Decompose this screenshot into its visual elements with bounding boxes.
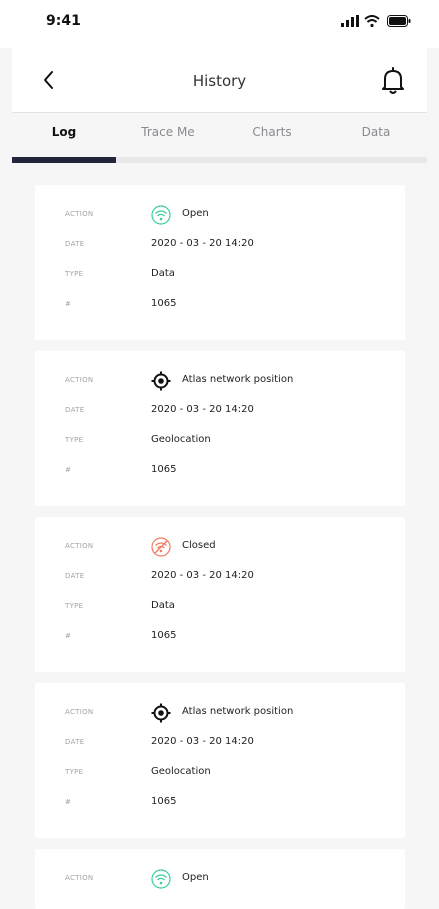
action-row: ACTION Atlas network position [35,371,405,391]
number-value: 1065 [151,630,177,641]
date-label: DATE [65,240,85,248]
type-label: TYPE [65,768,84,776]
number-row: # 1065 [35,463,405,481]
number-label: # [65,798,72,806]
wifi-open-icon [151,869,171,889]
type-value: Geolocation [151,434,211,445]
wifi-closed-icon [151,537,171,557]
action-value: Open [182,872,209,883]
status-bar: 9:41 [0,0,439,48]
page-title: History [192,72,247,90]
history-card[interactable]: ACTION Atlas network position DATE 2020 … [35,351,405,506]
bell-icon[interactable] [379,66,407,96]
type-value: Data [151,268,175,279]
action-label: ACTION [65,874,94,882]
date-row: DATE 2020 - 03 - 20 14:20 [35,237,405,255]
action-label: ACTION [65,708,94,716]
type-row: TYPE Geolocation [35,433,405,451]
type-value: Geolocation [151,766,211,777]
target-icon [151,371,171,391]
history-card[interactable]: ACTION Atlas network position DATE 2020 … [35,683,405,838]
battery-icon [387,15,411,27]
action-label: ACTION [65,542,94,550]
date-label: DATE [65,406,85,414]
target-icon [151,703,171,723]
action-value: Atlas network position [182,706,294,717]
tab-bar: Log Trace Me Charts Data [12,113,427,163]
type-row: TYPE Data [35,599,405,617]
action-value: Atlas network position [182,374,294,385]
tab-data[interactable]: Data [324,125,428,139]
type-row: TYPE Data [35,267,405,285]
date-label: DATE [65,738,85,746]
type-label: TYPE [65,270,84,278]
action-row: ACTION Closed [35,537,405,557]
action-label: ACTION [65,376,94,384]
date-row: DATE 2020 - 03 - 20 14:20 [35,735,405,753]
action-value: Open [182,208,209,219]
number-label: # [65,300,72,308]
number-row: # 1065 [35,795,405,813]
type-label: TYPE [65,602,84,610]
action-row: ACTION Open [35,205,405,225]
header: History [12,48,427,113]
number-value: 1065 [151,796,177,807]
history-card[interactable]: ACTION Closed DATE 2020 - 03 - 20 14:20 … [35,517,405,672]
tab-active-indicator [12,157,116,163]
date-row: DATE 2020 - 03 - 20 14:20 [35,403,405,421]
tab-trace-me[interactable]: Trace Me [116,125,220,139]
status-time: 9:41 [46,13,81,29]
wifi-open-icon [151,205,171,225]
action-row: ACTION Open [35,869,405,889]
history-card[interactable]: ACTION Open [35,849,405,909]
number-label: # [65,632,72,640]
type-row: TYPE Geolocation [35,765,405,783]
number-row: # 1065 [35,629,405,647]
date-row: DATE 2020 - 03 - 20 14:20 [35,569,405,587]
number-label: # [65,466,72,474]
action-row: ACTION Atlas network position [35,703,405,723]
date-value: 2020 - 03 - 20 14:20 [151,238,254,249]
tab-log[interactable]: Log [12,125,116,139]
history-card[interactable]: ACTION Open DATE 2020 - 03 - 20 14:20 TY… [35,185,405,340]
date-label: DATE [65,572,85,580]
date-value: 2020 - 03 - 20 14:20 [151,570,254,581]
date-value: 2020 - 03 - 20 14:20 [151,736,254,747]
signal-icon [341,15,359,27]
type-value: Data [151,600,175,611]
action-value: Closed [182,540,216,551]
type-label: TYPE [65,436,84,444]
tab-charts[interactable]: Charts [220,125,324,139]
action-label: ACTION [65,210,94,218]
number-row: # 1065 [35,297,405,315]
number-value: 1065 [151,298,177,309]
date-value: 2020 - 03 - 20 14:20 [151,404,254,415]
number-value: 1065 [151,464,177,475]
wifi-status-icon [364,15,380,27]
